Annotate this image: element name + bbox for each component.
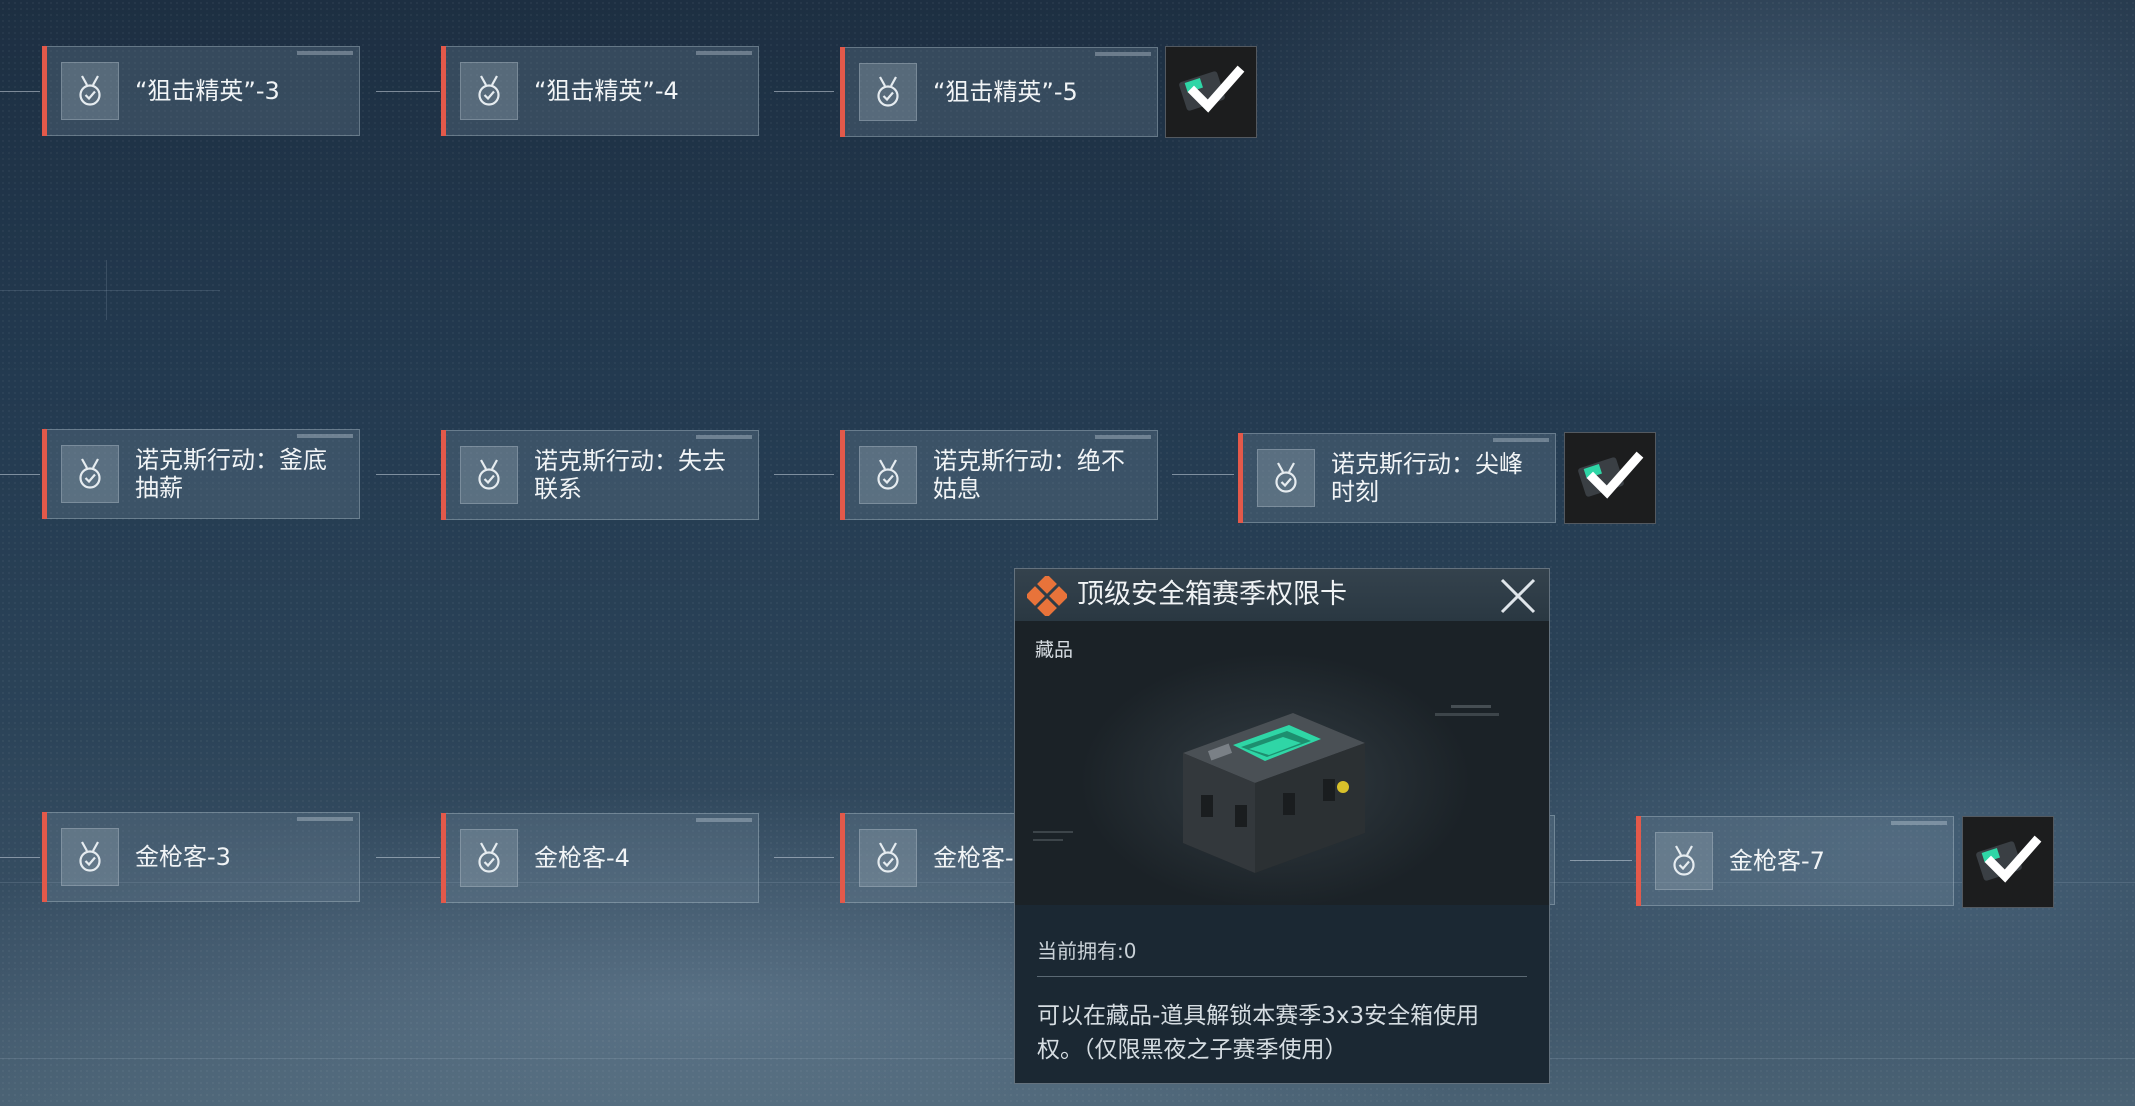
card-label: 金枪客-4 — [534, 844, 630, 872]
achievement-card[interactable]: 诺克斯行动：失去联系 — [441, 430, 759, 520]
connector-line — [0, 474, 40, 475]
reward-case-checkmark-icon — [1578, 451, 1644, 499]
achievement-card[interactable]: 金枪客-7 — [1636, 816, 1954, 906]
achievement-card[interactable]: “狙击精英”-5 — [840, 47, 1158, 137]
card-label: 诺克斯行动：尖峰时刻 — [1331, 450, 1523, 506]
owned-count: 当前拥有:0 — [1037, 939, 1137, 963]
connector-line — [1570, 860, 1632, 861]
reward-case-checkmark-icon — [1179, 65, 1245, 113]
card-label: 诺克斯行动：釜底抽薪 — [135, 446, 327, 502]
medal-check-icon — [460, 62, 518, 120]
connector-line — [0, 857, 40, 858]
connector-line — [774, 857, 834, 858]
medal-check-icon — [61, 828, 119, 886]
achievement-card[interactable]: 金枪客-3 — [42, 812, 360, 902]
card-label: “狙击精英”-3 — [135, 77, 280, 105]
card-label: 金枪客-3 — [135, 843, 231, 871]
medal-check-icon — [859, 829, 917, 887]
connector-line — [1172, 474, 1234, 475]
reward-item[interactable] — [1165, 46, 1257, 138]
connector-line — [376, 91, 440, 92]
diamond-logo-icon — [1027, 576, 1067, 616]
medal-check-icon — [859, 63, 917, 121]
connector-line — [376, 857, 440, 858]
medal-check-icon — [1655, 832, 1713, 890]
achievement-card[interactable]: 诺克斯行动：尖峰时刻 — [1238, 433, 1556, 523]
card-label: 诺克斯行动：绝不姑息 — [933, 447, 1125, 503]
card-label: 诺克斯行动：失去联系 — [534, 447, 726, 503]
close-icon[interactable] — [1499, 577, 1537, 615]
connector-line — [774, 91, 834, 92]
popup-header: 顶级安全箱赛季权限卡 — [1015, 569, 1549, 622]
safe-case-image — [1033, 705, 1499, 873]
medal-check-icon — [1257, 449, 1315, 507]
card-label: “狙击精英”-4 — [534, 77, 679, 105]
card-label: 金枪客-7 — [1729, 847, 1825, 875]
achievement-card[interactable]: 金枪客-4 — [441, 813, 759, 903]
card-label: “狙击精英”-5 — [933, 78, 1078, 106]
medal-check-icon — [460, 446, 518, 504]
reward-case-checkmark-icon — [1976, 835, 2042, 883]
popup-title: 顶级安全箱赛季权限卡 — [1077, 579, 1347, 610]
item-description: 可以在藏品-道具解锁本赛季3x3安全箱使用权。（仅限黑夜之子赛季使用） — [1037, 1003, 1480, 1063]
medal-check-icon — [460, 829, 518, 887]
achievement-card[interactable]: 诺克斯行动：绝不姑息 — [840, 430, 1158, 520]
reward-item[interactable] — [1564, 432, 1656, 524]
bg-grid-line — [0, 290, 220, 291]
bg-grid-line — [106, 260, 107, 320]
connector-line — [0, 91, 40, 92]
item-detail-popup: 顶级安全箱赛季权限卡 藏品 当前拥有:0 可以在藏品-道具解锁本赛季3x3安全箱… — [1014, 568, 1550, 1084]
item-image-area: 藏品 — [1015, 621, 1549, 905]
achievement-card[interactable]: “狙击精英”-3 — [42, 46, 360, 136]
reward-item[interactable] — [1962, 816, 2054, 908]
medal-check-icon — [859, 446, 917, 504]
medal-check-icon — [61, 445, 119, 503]
connector-line — [376, 474, 440, 475]
connector-line — [774, 474, 834, 475]
achievement-card[interactable]: “狙击精英”-4 — [441, 46, 759, 136]
medal-check-icon — [61, 62, 119, 120]
divider — [1037, 976, 1527, 977]
achievement-card[interactable]: 诺克斯行动：釜底抽薪 — [42, 429, 360, 519]
